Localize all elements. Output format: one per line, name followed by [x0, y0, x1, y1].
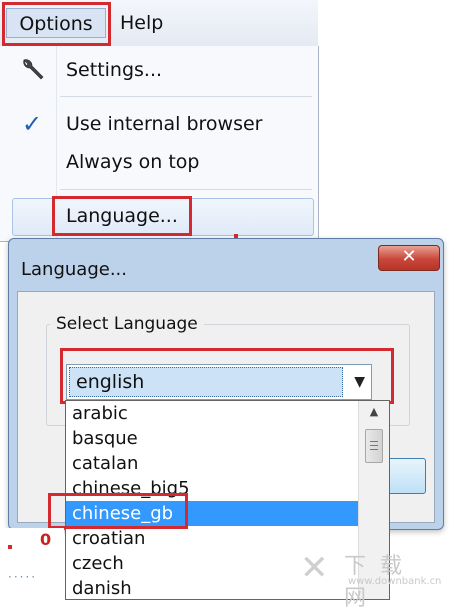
menu-item-language-label-row: Language...	[0, 199, 318, 233]
language-label: Language...	[66, 205, 178, 227]
close-button[interactable]: ✕	[378, 245, 440, 271]
grip-line	[370, 449, 378, 450]
checkmark-icon: ✓	[21, 110, 43, 138]
menu-help[interactable]: Help	[120, 8, 163, 38]
menu-bar: Options Help	[0, 0, 318, 47]
settings-label: Settings...	[66, 59, 163, 81]
menu-separator	[60, 96, 312, 97]
language-option-chinese-gb[interactable]: chinese_gb	[66, 501, 358, 526]
background-counter: 0	[40, 530, 52, 549]
scrollbar-thumb[interactable]	[365, 429, 383, 463]
always-on-top-label: Always on top	[66, 151, 200, 173]
menu-options[interactable]: Options	[6, 8, 106, 38]
language-option-arabic[interactable]: arabic	[66, 401, 358, 426]
watermark: ✕ 下载网 www.downbank.cn	[300, 548, 450, 611]
menu-separator	[60, 189, 312, 190]
combobox-selected-value: english	[69, 367, 343, 397]
use-internal-browser-label: Use internal browser	[66, 113, 263, 135]
menu-item-use-internal-browser[interactable]: ✓ Use internal browser	[0, 107, 318, 141]
background-app-area	[0, 528, 64, 600]
watermark-url: www.downbank.cn	[348, 576, 442, 587]
watermark-logo-icon: ✕	[300, 548, 329, 588]
dialog-ok-button[interactable]	[386, 458, 426, 494]
scroll-up-icon[interactable]: ▲	[363, 405, 385, 423]
close-icon: ✕	[401, 246, 417, 267]
background-dots: ·····	[8, 570, 38, 584]
language-option-catalan[interactable]: catalan	[66, 451, 358, 476]
language-option-basque[interactable]: basque	[66, 426, 358, 451]
grip-line	[370, 441, 378, 442]
language-combobox[interactable]: english ▼	[66, 364, 372, 400]
wrench-icon	[14, 53, 50, 87]
options-menu: Settings... ✓ Use internal browser Alway…	[0, 46, 319, 242]
menu-item-always-on-top[interactable]: Always on top	[0, 145, 318, 179]
language-option-chinese-big5[interactable]: chinese_big5	[66, 476, 358, 501]
menu-item-settings[interactable]: Settings...	[0, 53, 318, 87]
grip-line	[370, 445, 378, 446]
triangle-down-icon[interactable]: ▼	[354, 374, 365, 390]
dialog-title: Language...	[21, 259, 127, 280]
background-marker	[8, 545, 12, 549]
select-language-label: Select Language	[50, 314, 204, 334]
